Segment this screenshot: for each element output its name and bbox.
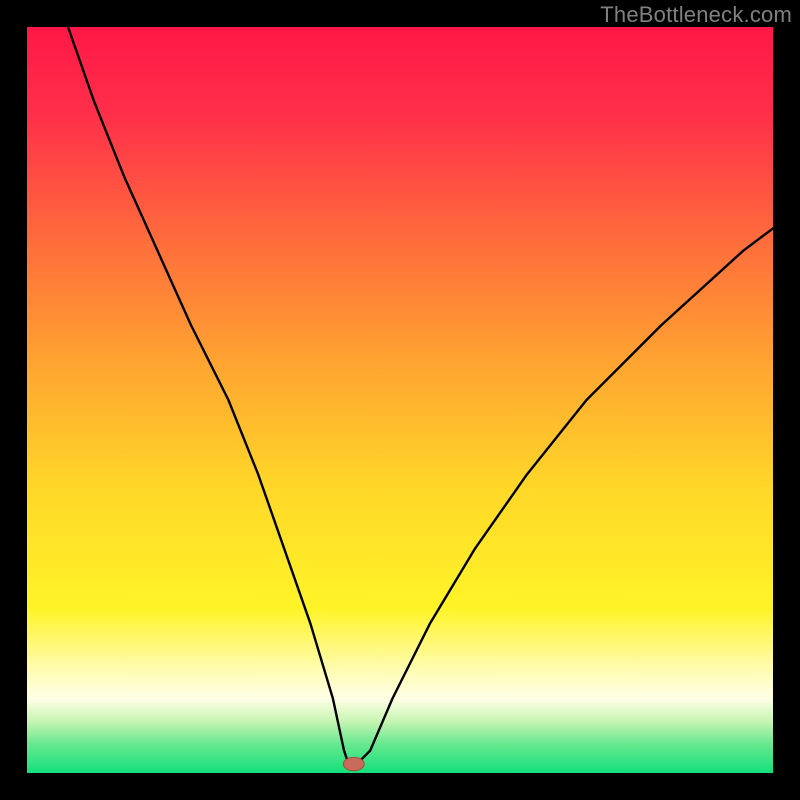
chart-container: { "watermark": "TheBottleneck.com", "col… [0, 0, 800, 800]
bottleneck-chart [0, 0, 800, 800]
watermark-text: TheBottleneck.com [600, 2, 792, 28]
gradient-background [27, 27, 773, 773]
minimum-marker [343, 757, 364, 770]
